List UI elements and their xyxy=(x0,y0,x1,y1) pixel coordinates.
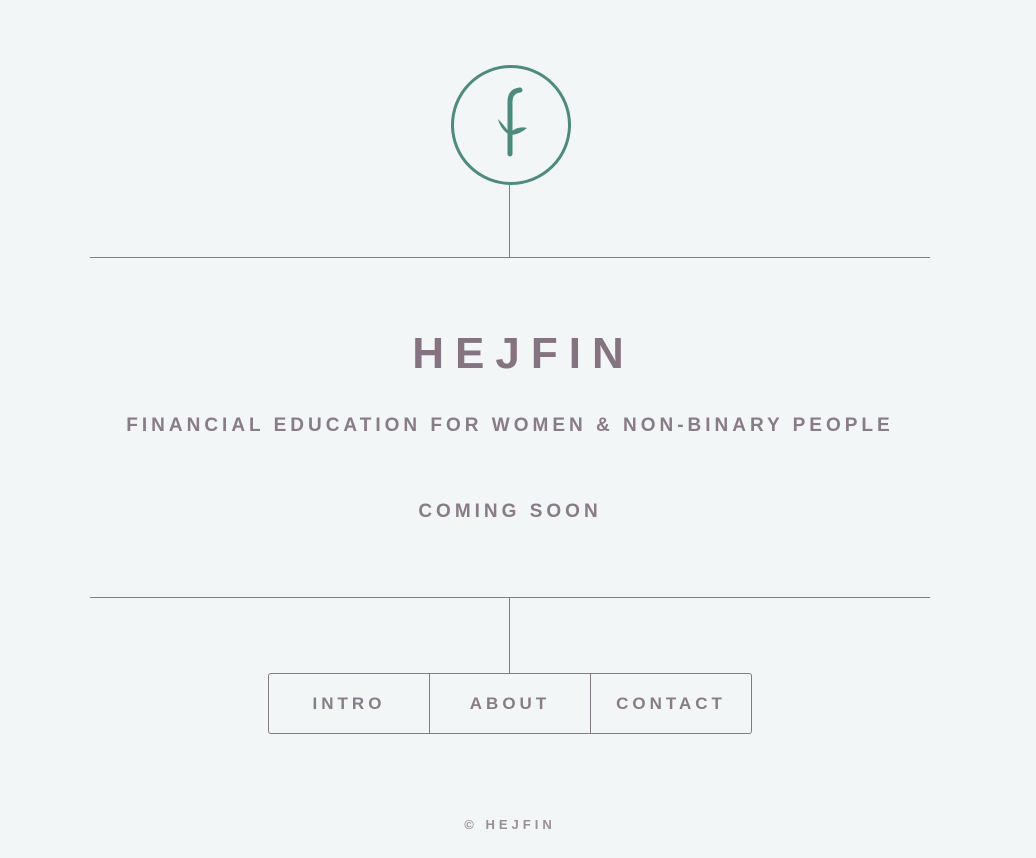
bottom-divider xyxy=(90,597,930,598)
logo xyxy=(451,65,571,185)
status-text: COMING SOON xyxy=(418,501,602,522)
tagline: FINANCIAL EDUCATION FOR WOMEN & NON-BINA… xyxy=(126,415,894,436)
top-divider xyxy=(90,257,930,258)
nav-about-button[interactable]: ABOUT xyxy=(429,674,590,733)
nav-intro-button[interactable]: INTRO xyxy=(269,674,429,733)
main-nav: INTRO ABOUT CONTACT xyxy=(268,673,752,734)
copyright: © HEJFIN xyxy=(464,817,556,832)
logo-connector-line xyxy=(509,182,510,257)
nav-connector-line xyxy=(509,598,510,673)
bamboo-f-icon xyxy=(498,87,527,157)
page-title: HEJFIN xyxy=(412,329,635,378)
nav-contact-button[interactable]: CONTACT xyxy=(590,674,751,733)
